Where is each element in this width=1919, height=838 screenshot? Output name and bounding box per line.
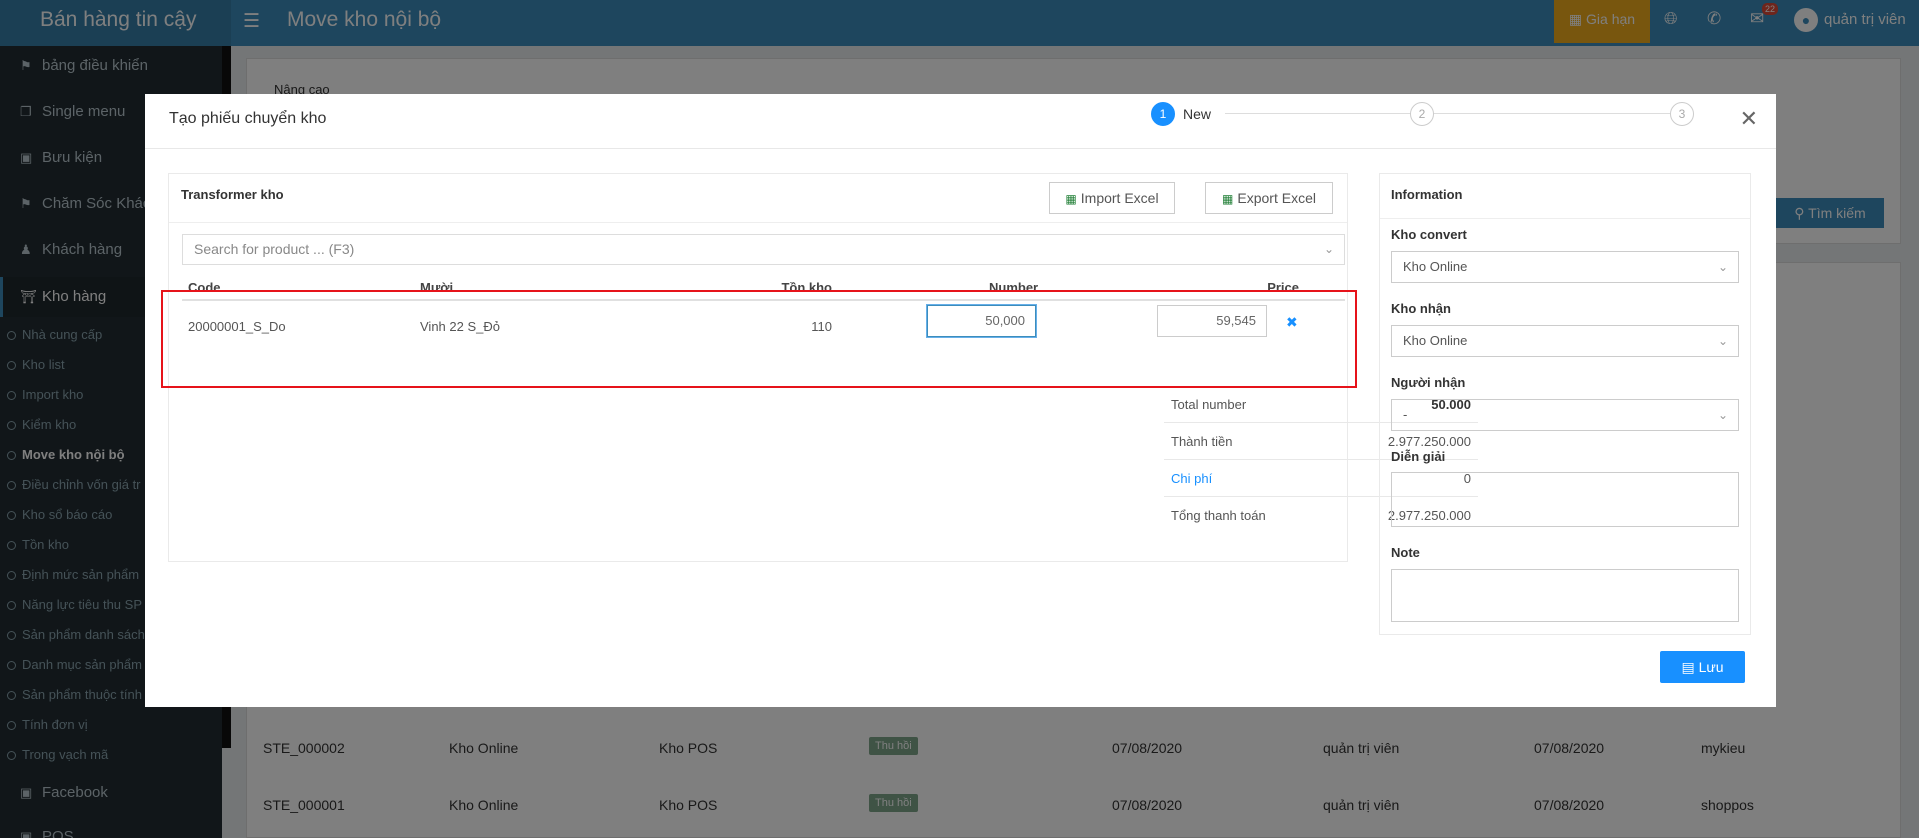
modal-title: Tạo phiếu chuyển kho [169, 110, 327, 127]
dien-giai-label: Diễn giải [1391, 449, 1446, 464]
panel-title: Transformer kho [181, 187, 284, 202]
product-search-input[interactable]: Search for product ... (F3) ⌄ [182, 234, 1345, 265]
nguoi-nhan-label: Người nhận [1391, 375, 1466, 390]
transfer-modal: Tạo phiếu chuyển kho ✕ 1 New 2 3 Transfo… [145, 94, 1776, 707]
import-excel-label: Import Excel [1080, 190, 1159, 206]
note-textarea[interactable] [1391, 569, 1739, 622]
panel-divider [169, 222, 1347, 223]
close-icon[interactable]: ✕ [1740, 106, 1758, 132]
export-excel-button[interactable]: ▦ Export Excel [1205, 182, 1333, 214]
floppy-icon: ▤ [1681, 659, 1699, 675]
panel-divider [1380, 218, 1750, 219]
dien-giai-textarea[interactable] [1391, 472, 1739, 527]
kho-nhan-label: Kho nhận [1391, 301, 1451, 316]
chevron-down-icon: ⌄ [1323, 242, 1334, 256]
step-3-indicator: 3 [1670, 102, 1694, 126]
search-placeholder: Search for product ... (F3) [194, 241, 355, 257]
excel-icon: ▦ [1065, 192, 1077, 206]
summary-label: Total number [1171, 397, 1247, 412]
save-label: Lưu [1698, 659, 1724, 675]
modal-divider [145, 148, 1776, 149]
save-button[interactable]: ▤ Lưu [1660, 651, 1745, 683]
summary-label: Tổng thanh toán [1171, 508, 1266, 523]
nguoi-nhan-value: - [1403, 407, 1408, 422]
panel-title: Information [1391, 187, 1463, 202]
import-excel-button[interactable]: ▦ Import Excel [1049, 182, 1175, 214]
chevron-down-icon: ⌄ [1717, 260, 1728, 274]
step-1-label: New [1183, 106, 1212, 122]
kho-convert-value: Kho Online [1403, 259, 1468, 274]
kho-convert-label: Kho convert [1391, 227, 1467, 242]
step-2-indicator: 2 [1410, 102, 1434, 126]
summary-label: Thành tiền [1171, 434, 1233, 449]
export-excel-label: Export Excel [1237, 190, 1316, 206]
highlight-box [161, 290, 1357, 388]
excel-icon: ▦ [1222, 192, 1234, 206]
chevron-down-icon: ⌄ [1717, 334, 1728, 348]
chevron-down-icon: ⌄ [1717, 408, 1728, 422]
cost-link[interactable]: Chi phí [1171, 471, 1212, 486]
kho-nhan-select[interactable]: Kho Online ⌄ [1391, 325, 1739, 357]
step-connector [1442, 113, 1670, 114]
nguoi-nhan-select[interactable]: - ⌄ [1391, 399, 1739, 431]
note-label: Note [1391, 545, 1420, 560]
step-1-indicator: 1 [1151, 102, 1175, 126]
kho-nhan-value: Kho Online [1403, 333, 1468, 348]
kho-convert-select[interactable]: Kho Online ⌄ [1391, 251, 1739, 283]
